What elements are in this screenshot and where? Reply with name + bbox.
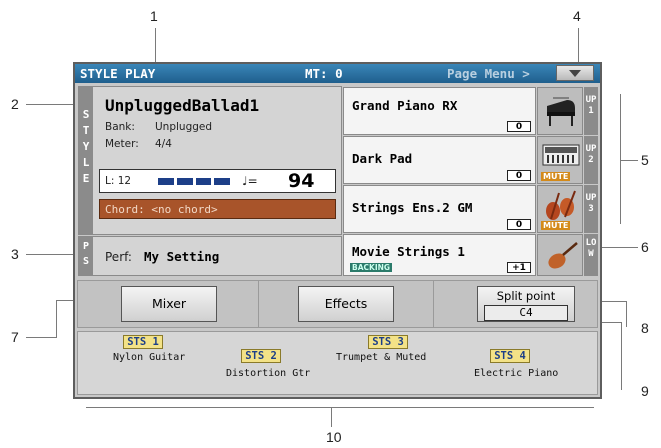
style-tab: STYLE — [79, 87, 93, 234]
page-title: STYLE PLAY — [80, 66, 156, 81]
callout-2: 2 — [11, 96, 19, 112]
callout-10-line — [331, 407, 332, 427]
mute-badge: MUTE — [541, 172, 571, 181]
chord-text: Chord: <no chord> — [105, 203, 218, 216]
violin-icon — [548, 242, 578, 269]
style-play-screen: STYLE PLAY MT: 0 Page Menu > STYLE Unplu… — [73, 62, 602, 399]
track-label-up3: UP3 — [584, 185, 598, 233]
callout-10-bracket — [86, 407, 594, 408]
title-bar: STYLE PLAY MT: 0 Page Menu > — [75, 64, 600, 83]
callout-6: 6 — [641, 239, 649, 255]
meter-label: Meter: — [105, 138, 139, 150]
callout-9: 9 — [641, 383, 649, 399]
callout-7-rise — [56, 300, 57, 338]
sts-4-name: Electric Piano — [474, 368, 559, 379]
track-label-up1: UP1 — [584, 87, 598, 135]
string-section-icon — [546, 190, 576, 220]
sts-2-button[interactable]: STS 2 — [241, 349, 281, 363]
octave-transpose: 0 — [507, 121, 531, 132]
split-point-value: C4 — [484, 305, 568, 321]
divider — [433, 281, 434, 327]
callout-1: 1 — [150, 8, 158, 24]
split-point-button[interactable]: Split point C4 — [477, 286, 575, 322]
octave-transpose: 0 — [507, 219, 531, 230]
tempo-value[interactable]: 94 — [288, 170, 314, 192]
tempo-box[interactable]: L: 12 ♩= 94 — [99, 169, 336, 193]
track-upper-3[interactable]: Strings Ens.2 GM 0 — [343, 185, 536, 233]
track-lower[interactable]: Movie Strings 1 BACKING +1 — [343, 234, 536, 276]
style-panel[interactable]: STYLE UnpluggedBallad1 Bank: Unplugged M… — [78, 86, 342, 235]
callout-6-line — [600, 247, 638, 248]
callout-7: 7 — [11, 329, 19, 345]
meter-value: 4/4 — [155, 138, 172, 150]
track-label-low: LOW — [584, 234, 598, 276]
page-menu-label[interactable]: Page Menu > — [447, 66, 530, 81]
track-icon-lower[interactable] — [537, 234, 583, 276]
octave-transpose: 0 — [507, 170, 531, 181]
sts-area: STS 1 Nylon Guitar STS 2 Distortion Gtr … — [77, 331, 598, 395]
track-label-up2: UP2 — [584, 136, 598, 184]
ps-tab: PS — [79, 237, 93, 275]
track-name: Movie Strings 1 — [352, 244, 465, 259]
chord-display: Chord: <no chord> — [99, 199, 336, 219]
track-icon-upper-2[interactable]: MUTE — [537, 136, 583, 184]
synth-keyboard-icon — [542, 144, 580, 166]
tempo-note-icon: ♩= — [242, 174, 258, 188]
page-menu-button[interactable] — [556, 65, 594, 81]
track-name: Strings Ens.2 GM — [352, 200, 473, 215]
style-length: L: 12 — [105, 175, 132, 187]
sts-3-button[interactable]: STS 3 — [368, 335, 408, 349]
performance-panel[interactable]: PS Perf: My Setting — [78, 236, 342, 276]
track-name: Grand Piano RX — [352, 98, 458, 113]
callout-5: 5 — [641, 152, 649, 168]
sts-2-name: Distortion Gtr — [226, 368, 311, 379]
sts-1-name: Nylon Guitar — [113, 352, 186, 363]
callout-3: 3 — [11, 246, 19, 262]
grand-piano-icon — [547, 97, 575, 126]
bank-label: Bank: — [105, 121, 135, 133]
sts-3-name: Trumpet & Muted — [336, 352, 427, 363]
callout-10: 10 — [326, 429, 342, 445]
effects-button[interactable]: Effects — [298, 286, 394, 322]
backing-badge: BACKING — [350, 263, 393, 272]
track-upper-2[interactable]: Dark Pad 0 — [343, 136, 536, 184]
master-transpose: MT: 0 — [305, 66, 343, 81]
track-icon-upper-3[interactable]: MUTE — [537, 185, 583, 233]
callout-5-line — [620, 160, 638, 161]
perf-label: Perf: — [105, 250, 132, 264]
callout-9-drop — [621, 322, 622, 390]
sts-1-button[interactable]: STS 1 — [123, 335, 163, 349]
style-name: UnpluggedBallad1 — [105, 96, 260, 115]
octave-transpose: +1 — [507, 262, 531, 273]
split-point-label: Split point — [496, 289, 556, 303]
divider — [258, 281, 259, 327]
button-row: Mixer Effects Split point C4 — [77, 280, 598, 328]
track-name: Dark Pad — [352, 151, 413, 166]
callout-8-drop — [626, 301, 627, 327]
bank-value: Unplugged — [155, 121, 213, 133]
beat-indicator — [158, 178, 230, 185]
callout-8: 8 — [641, 320, 649, 336]
track-icon-upper-1[interactable] — [537, 87, 583, 135]
perf-value: My Setting — [144, 249, 220, 264]
callout-5-bracket — [620, 94, 621, 224]
sts-4-button[interactable]: STS 4 — [490, 349, 530, 363]
callout-7-line — [26, 337, 56, 338]
track-upper-1[interactable]: Grand Piano RX 0 — [343, 87, 536, 135]
mixer-button[interactable]: Mixer — [121, 286, 217, 322]
mute-badge: MUTE — [541, 221, 571, 230]
callout-4: 4 — [573, 8, 581, 24]
